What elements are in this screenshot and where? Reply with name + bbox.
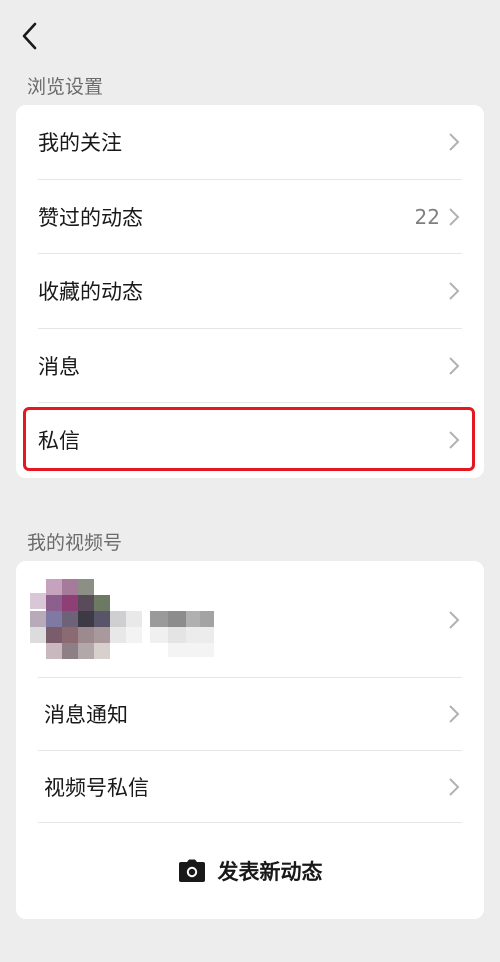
section-title-channels: 我的视频号 <box>27 532 123 554</box>
list-item-private-messages[interactable]: 私信 <box>16 403 484 478</box>
list-item-following[interactable]: 我的关注 <box>16 105 484 180</box>
back-button[interactable] <box>12 18 48 54</box>
list-item-label: 收藏的动态 <box>38 280 143 305</box>
browse-settings-card: 我的关注 赞过的动态 22 收藏的动态 消息 私信 <box>16 105 484 478</box>
chevron-left-icon <box>22 22 37 50</box>
list-item-saved-posts[interactable]: 收藏的动态 <box>16 254 484 329</box>
chevron-right-icon <box>448 704 460 724</box>
list-item-label: 赞过的动态 <box>38 205 143 230</box>
list-item-label: 消息 <box>38 354 80 379</box>
list-item-label: 私信 <box>38 429 80 454</box>
camera-icon <box>178 859 205 882</box>
chevron-right-icon <box>448 281 460 301</box>
avatar <box>30 579 214 659</box>
new-post-button[interactable]: 发表新动态 <box>16 823 484 919</box>
liked-count: 22 <box>414 204 440 229</box>
chevron-right-icon <box>448 777 460 797</box>
list-item-label: 消息通知 <box>44 703 128 728</box>
chevron-right-icon <box>448 610 460 630</box>
chevron-right-icon <box>448 207 460 227</box>
list-item-notifications[interactable]: 消息通知 <box>16 678 484 751</box>
list-item-label: 视频号私信 <box>44 775 149 800</box>
list-item-messages[interactable]: 消息 <box>16 329 484 404</box>
list-item-liked-posts[interactable]: 赞过的动态 22 <box>16 180 484 255</box>
new-post-label: 发表新动态 <box>217 860 323 884</box>
section-title-browse: 浏览设置 <box>27 76 104 98</box>
chevron-right-icon <box>448 356 460 376</box>
chevron-right-icon <box>448 430 460 450</box>
list-item-channel-private-messages[interactable]: 视频号私信 <box>16 751 484 824</box>
channels-card: 消息通知 视频号私信 发表新动态 <box>16 561 484 919</box>
list-item-label: 我的关注 <box>38 131 122 156</box>
chevron-right-icon <box>448 132 460 152</box>
channel-profile-row[interactable] <box>16 561 484 678</box>
